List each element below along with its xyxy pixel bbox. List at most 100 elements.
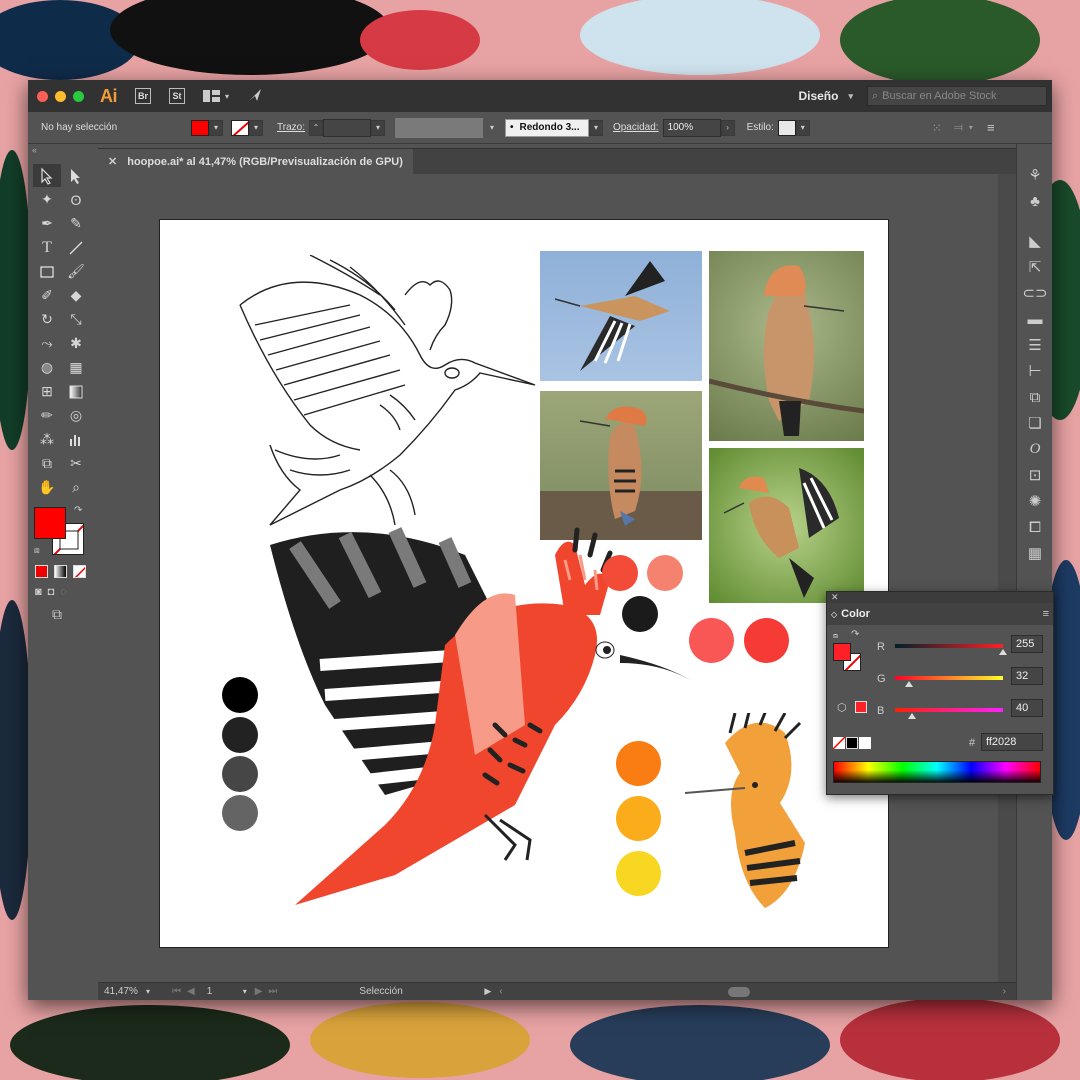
export-icon[interactable]: ⇱ xyxy=(1017,254,1053,280)
close-panel-icon[interactable]: ✕ xyxy=(831,592,839,602)
opacity-field[interactable]: 100% xyxy=(662,118,721,137)
opacity-label[interactable]: Opacidad: xyxy=(613,122,659,133)
scroll-right-icon[interactable]: › xyxy=(1003,986,1006,997)
profile-dropdown[interactable]: ▾ xyxy=(484,119,499,136)
close-window-button[interactable] xyxy=(37,90,48,102)
column-graph-tool-icon[interactable] xyxy=(62,428,90,451)
panel-collapse-left[interactable]: « xyxy=(32,145,37,155)
hex-value-field[interactable]: ff2028 xyxy=(981,733,1043,751)
horizontal-scroll-thumb[interactable] xyxy=(727,986,750,997)
status-menu-arrow[interactable]: ▶ xyxy=(484,986,491,997)
stock-search-input[interactable]: ⌕ Buscar en Adobe Stock xyxy=(867,86,1047,106)
artboard[interactable] xyxy=(159,219,889,948)
selection-tool-icon[interactable] xyxy=(33,164,61,187)
rectangle-tool-icon[interactable] xyxy=(33,260,61,283)
pen-tool-icon[interactable]: ✒ xyxy=(33,212,61,235)
b-slider[interactable] xyxy=(895,708,1003,712)
stroke-dropdown[interactable]: ▾ xyxy=(249,119,263,136)
color-panel-header[interactable]: ✕ xyxy=(827,592,1053,603)
stroke-color-swatch[interactable] xyxy=(231,119,249,136)
web-safe-swatch[interactable] xyxy=(855,701,867,713)
artboard-tool-icon[interactable]: ⧉ xyxy=(33,452,61,475)
panel-menu-icon[interactable]: ≡ xyxy=(1043,608,1049,620)
fill-dropdown[interactable]: ▾ xyxy=(209,119,223,136)
document-tab[interactable]: ✕ hoopoe.ai* al 41,47% (RGB/Previsualiza… xyxy=(98,148,413,175)
minimize-window-button[interactable] xyxy=(55,90,66,102)
b-value-field[interactable]: 40 xyxy=(1011,699,1043,717)
shape-builder-tool-icon[interactable]: ◍ xyxy=(33,356,61,379)
g-value-field[interactable]: 32 xyxy=(1011,667,1043,685)
hand-tool-icon[interactable]: ✋ xyxy=(33,476,61,499)
color-swatch-circle[interactable] xyxy=(222,717,258,753)
panel-expand-icon[interactable]: ◇ xyxy=(831,610,837,619)
r-slider[interactable] xyxy=(895,644,1003,648)
fill-color-swatch[interactable] xyxy=(191,119,209,136)
pathfinder-icon[interactable]: ⧉ xyxy=(1017,384,1053,410)
appearance-icon[interactable]: ✺ xyxy=(1017,488,1053,514)
align-icon[interactable]: ⁙ xyxy=(932,121,942,135)
perspective-grid-tool-icon[interactable]: ▦ xyxy=(62,356,90,379)
zoom-level[interactable]: 41,47% xyxy=(104,986,146,997)
transparency-icon[interactable]: ▬ xyxy=(1017,306,1053,332)
draw-normal-icon[interactable]: ◙ xyxy=(35,586,42,598)
color-swatch-circle[interactable] xyxy=(222,795,258,831)
color-swatch-circle[interactable] xyxy=(689,618,734,663)
color-swatch-circle[interactable] xyxy=(616,796,661,841)
zoom-dropdown-icon[interactable]: ▾ xyxy=(146,987,166,996)
canvas-area[interactable] xyxy=(98,174,1016,982)
stroke-weight-dropdown[interactable]: ▾ xyxy=(370,119,385,136)
color-panel-tab[interactable]: ◇ Color ≡ xyxy=(827,603,1053,625)
graphic-style-swatch[interactable] xyxy=(777,119,796,136)
photo-perched-hoopoe[interactable] xyxy=(709,251,864,441)
paintbrush-tool-icon[interactable]: 🖌 xyxy=(62,260,90,283)
transform-icon[interactable]: ⫤ xyxy=(954,120,963,135)
vertical-scrollbar[interactable] xyxy=(998,174,1016,982)
artboards-icon[interactable]: ⧠ xyxy=(1017,514,1053,540)
blend-tool-icon[interactable]: ◎ xyxy=(62,404,90,427)
arrange-documents-icon[interactable]: ▾ xyxy=(203,90,229,102)
swap-fill-stroke-icon[interactable]: ↷ xyxy=(74,505,82,516)
g-slider[interactable] xyxy=(895,676,1003,680)
type-panel-icon[interactable]: O xyxy=(1017,436,1053,462)
width-tool-icon[interactable]: ⤳ xyxy=(33,332,61,355)
control-menu-icon[interactable]: ≡ xyxy=(987,120,995,135)
stroke-weight-field[interactable] xyxy=(322,118,371,137)
photo-feeding-hoopoe[interactable] xyxy=(709,448,864,603)
type-tool-icon[interactable]: T xyxy=(33,236,61,259)
brush-definition-field[interactable]: • Redondo 3... xyxy=(504,118,589,137)
color-swatch-circle[interactable] xyxy=(222,677,258,713)
eraser-tool-icon[interactable]: ◆ xyxy=(62,284,90,307)
stroke-label[interactable]: Trazo: xyxy=(277,122,305,133)
graphic-style-dropdown[interactable]: ▾ xyxy=(795,119,810,136)
symbol-sprayer-tool-icon[interactable]: ⁂ xyxy=(33,428,61,451)
last-artboard-icon[interactable]: ⏭ xyxy=(268,986,277,997)
default-colors-icon[interactable]: ⧈ xyxy=(34,545,40,556)
color-swatch-circle[interactable] xyxy=(647,555,683,591)
puppet-warp-tool-icon[interactable]: ✱ xyxy=(62,332,90,355)
slice-tool-icon[interactable]: ✂ xyxy=(62,452,90,475)
artboard-dropdown-icon[interactable]: ▾ xyxy=(243,987,247,996)
swap-colors-icon[interactable]: ↷ xyxy=(851,629,859,640)
color-swatch-circle[interactable] xyxy=(744,618,789,663)
zoom-tool-icon[interactable]: ⌕ xyxy=(62,476,90,499)
artboard-number-field[interactable]: 1 xyxy=(207,986,243,997)
magic-wand-tool-icon[interactable]: ✦ xyxy=(33,188,61,211)
control-chevron-icon[interactable]: ▾ xyxy=(969,123,973,132)
scale-tool-icon[interactable]: ⤡ xyxy=(62,308,90,331)
color-swatch-circle[interactable] xyxy=(616,741,661,786)
stroke-panel-icon[interactable]: ☰ xyxy=(1017,332,1053,358)
brush-dropdown[interactable]: ▾ xyxy=(588,119,603,136)
g-slider-thumb[interactable] xyxy=(905,681,913,687)
variable-width-profile[interactable] xyxy=(394,117,483,138)
next-artboard-icon[interactable]: ▶ xyxy=(255,986,263,997)
line-tool-icon[interactable] xyxy=(62,236,90,259)
symbols-icon[interactable]: ♣ xyxy=(1017,188,1053,214)
default-fill-stroke-icon[interactable]: ⧈ xyxy=(833,631,838,641)
bridge-button[interactable]: Br xyxy=(135,88,151,104)
photo-flying-hoopoe[interactable] xyxy=(540,251,702,381)
prev-artboard-icon[interactable]: ◀ xyxy=(187,986,195,997)
gradient-panel-icon[interactable]: ◣ xyxy=(1017,228,1053,254)
close-tab-icon[interactable]: ✕ xyxy=(108,155,117,168)
libraries-icon[interactable]: ⚘ xyxy=(1017,162,1053,188)
draw-inside-icon[interactable]: ◌ xyxy=(60,586,67,598)
